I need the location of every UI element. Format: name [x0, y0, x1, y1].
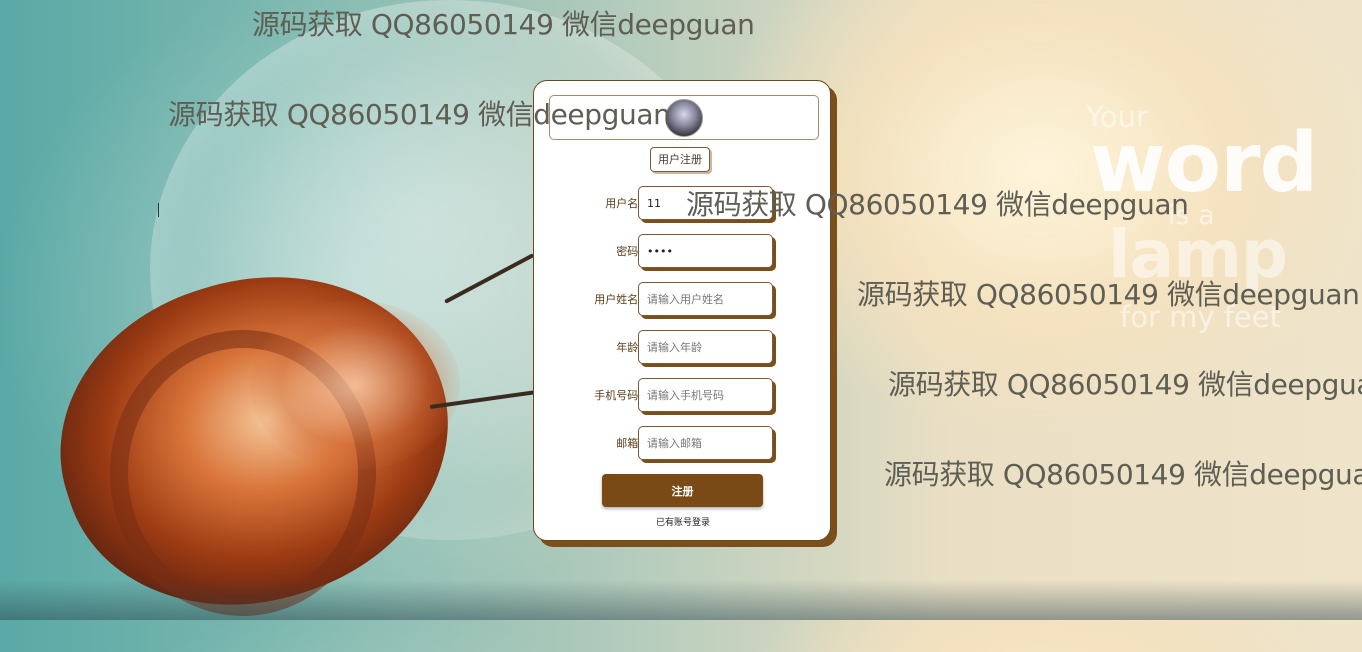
watermark-text: 源码获取 QQ86050149 微信deepguan: [857, 278, 1360, 311]
watermark-text: 源码获取 QQ86050149 微信deepguan: [888, 368, 1362, 401]
form-row-age: 年龄:: [534, 330, 832, 364]
text-cursor: [158, 203, 159, 217]
bulb-glow: [250, 300, 460, 470]
age-input[interactable]: [638, 330, 773, 364]
form-row-phone: 手机号码:: [534, 378, 832, 412]
password-input[interactable]: [638, 234, 773, 268]
watermark-text: 源码获取 QQ86050149 微信deepguan: [884, 458, 1362, 491]
realname-input[interactable]: [638, 282, 773, 316]
age-label: 年龄:: [616, 340, 642, 354]
form-row-email: 邮箱:: [534, 426, 832, 460]
avatar: [665, 99, 703, 137]
register-card: 用户注册 用户名: 密码: 用户姓名: 年龄: 手机号码: 邮箱: 注册 已有账…: [533, 80, 831, 541]
background-shade: [0, 580, 1362, 620]
realname-label: 用户姓名:: [594, 292, 642, 306]
password-label: 密码:: [616, 244, 642, 258]
register-title-badge: 用户注册: [650, 147, 710, 172]
form-row-password: 密码:: [534, 234, 832, 268]
login-link[interactable]: 已有账号登录: [534, 515, 832, 528]
phone-label: 手机号码:: [594, 388, 642, 402]
email-input[interactable]: [638, 426, 773, 460]
watermark-text: 源码获取 QQ86050149 微信deepguan: [686, 188, 1189, 221]
username-label: 用户名:: [605, 196, 642, 210]
register-button[interactable]: 注册: [602, 474, 763, 507]
watermark-text: 源码获取 QQ86050149 微信deepguan: [168, 98, 671, 131]
phone-input[interactable]: [638, 378, 773, 412]
email-label: 邮箱:: [616, 436, 642, 450]
watermark-text: 源码获取 QQ86050149 微信deepguan: [252, 8, 755, 41]
form-row-realname: 用户姓名:: [534, 282, 832, 316]
